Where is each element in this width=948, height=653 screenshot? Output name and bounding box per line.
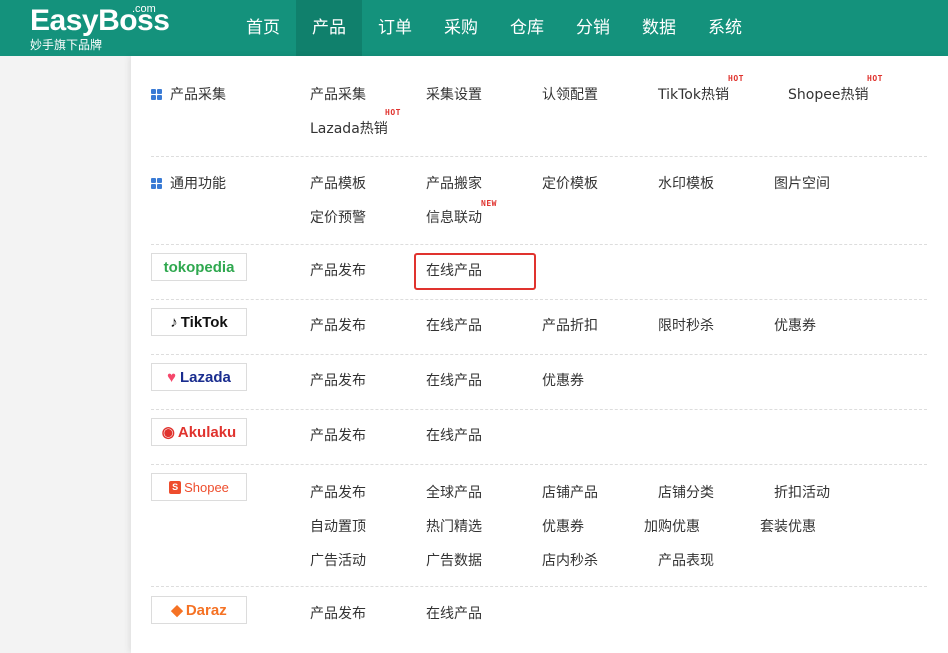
menu-link[interactable]: 限时秒杀 [658,315,714,335]
link-label: Lazada热销 [310,121,388,137]
menu-link[interactable]: 产品发布 [310,425,366,445]
grid-icon [151,88,162,100]
menu-link[interactable]: 套装优惠 [760,516,816,536]
top-nav-bar: EasyBoss .com 妙手旗下品牌 首页 产品 订单 采购 仓库 分销 数… [0,0,948,56]
menu-link-shopee-hot[interactable]: Shopee热销 HOT [788,74,882,104]
menu-link[interactable]: 定价预警 [310,207,366,227]
logo-com: .com [132,3,156,15]
brand-label: TikTok [180,313,228,331]
nav-home[interactable]: 首页 [230,0,296,56]
menu-link[interactable]: 产品发布 [310,482,366,502]
brand-label: Shopee [184,479,229,495]
menu-link[interactable]: 产品发布 [310,603,366,623]
tokopedia-logo: tokopedia [151,253,247,281]
category-label: 通用功能 [170,176,226,192]
easyboss-logo[interactable]: EasyBoss .com 妙手旗下品牌 [30,3,170,52]
product-dropdown-panel: 产品采集 产品采集 采集设置 认领配置 TikTok热销 HOT Shopee热… [131,56,948,653]
menu-link[interactable]: 优惠券 [774,315,816,335]
shopee-logo: S Shopee [151,473,247,501]
nav-distribution[interactable]: 分销 [560,0,626,56]
menu-link[interactable]: 在线产品 [426,315,482,335]
section-akulaku: ◉ Akulaku 产品发布 在线产品 [151,418,927,465]
link-label: TikTok热销 [658,87,729,103]
menu-link[interactable]: 热门精选 [426,516,482,536]
logo-subtitle: 妙手旗下品牌 [30,38,103,52]
menu-link[interactable]: 采集设置 [426,84,482,104]
menu-link[interactable]: 水印模板 [658,173,714,193]
hot-badge: HOT [728,74,744,83]
menu-link-tiktok-hot[interactable]: TikTok热销 HOT [658,74,743,104]
link-label: Shopee热销 [788,87,869,103]
menu-link-info-link[interactable]: 信息联动 NEW [426,199,496,227]
menu-link[interactable]: 店铺产品 [542,482,598,502]
menu-link[interactable]: 加购优惠 [644,516,700,536]
section-tiktok: ♪ TikTok 产品发布 在线产品 产品折扣 限时秒杀 优惠券 [151,308,927,355]
brand-label: Daraz [185,601,227,619]
nav-product[interactable]: 产品 [296,0,362,56]
menu-link[interactable]: 优惠券 [542,516,584,536]
menu-link[interactable]: 在线产品 [426,603,482,623]
hot-badge: HOT [867,74,883,83]
shopee-bag-icon: S [169,480,182,494]
menu-link[interactable]: 店铺分类 [658,482,714,502]
menu-link[interactable]: 定价模板 [542,173,598,193]
menu-link[interactable]: 广告活动 [310,550,366,570]
section-daraz: ◆ Daraz 产品发布 在线产品 [151,596,927,642]
menu-link-lazada-hot[interactable]: Lazada热销 HOT [310,108,400,138]
nav-system[interactable]: 系统 [692,0,758,56]
grid-icon [151,177,162,189]
daraz-mark-icon: ◆ [171,602,183,619]
akulaku-mark-icon: ◉ [161,424,175,441]
menu-link[interactable]: 产品发布 [310,315,366,335]
menu-link[interactable]: 产品发布 [310,260,366,280]
link-label: 信息联动 [426,210,482,226]
menu-link[interactable]: 在线产品 [426,425,482,445]
nav-data[interactable]: 数据 [626,0,692,56]
menu-link[interactable]: 在线产品 [426,370,482,390]
section-common: 通用功能 产品模板 产品搬家 定价模板 水印模板 图片空间 定价预警 信息联动 … [151,173,927,245]
menu-link[interactable]: 全球产品 [426,482,482,502]
menu-link[interactable]: 产品模板 [310,173,366,193]
nav-purchase[interactable]: 采购 [428,0,494,56]
nav-orders[interactable]: 订单 [362,0,428,56]
menu-link[interactable]: 优惠券 [542,370,584,390]
section-shopee: S Shopee 产品发布 全球产品 店铺产品 店铺分类 折扣活动 自动置顶 热… [151,473,927,587]
menu-link[interactable]: 广告数据 [426,550,482,570]
menu-link[interactable]: 认领配置 [542,84,598,104]
menu-link[interactable]: 产品表现 [658,550,714,570]
brand-label: Akulaku [177,423,237,441]
menu-link[interactable]: 产品采集 [310,84,366,104]
akulaku-logo: ◉ Akulaku [151,418,247,446]
brand-label: Lazada [180,368,231,386]
heart-icon: ♥ [167,368,177,386]
section-lazada: ♥ Lazada 产品发布 在线产品 优惠券 [151,363,927,410]
tiktok-note-icon: ♪ [170,313,178,331]
menu-link[interactable]: 店内秒杀 [542,550,598,570]
new-badge: NEW [481,199,497,208]
highlight-box [414,253,536,290]
menu-link[interactable]: 图片空间 [774,173,830,193]
category-collect: 产品采集 [151,84,226,104]
menu-link[interactable]: 自动置顶 [310,516,366,536]
tiktok-logo: ♪ TikTok [151,308,247,336]
menu-link[interactable]: 折扣活动 [774,482,830,502]
menu-link[interactable]: 产品搬家 [426,173,482,193]
section-collect: 产品采集 产品采集 采集设置 认领配置 TikTok热销 HOT Shopee热… [151,74,927,157]
lazada-logo: ♥ Lazada [151,363,247,391]
main-nav: 首页 产品 订单 采购 仓库 分销 数据 系统 [230,0,758,56]
daraz-logo: ◆ Daraz [151,596,247,624]
nav-warehouse[interactable]: 仓库 [494,0,560,56]
category-common: 通用功能 [151,173,226,193]
menu-link[interactable]: 产品发布 [310,370,366,390]
hot-badge: HOT [385,108,401,117]
menu-link[interactable]: 产品折扣 [542,315,598,335]
section-tokopedia: tokopedia 产品发布 在线产品 [151,253,927,300]
category-label: 产品采集 [170,87,226,103]
